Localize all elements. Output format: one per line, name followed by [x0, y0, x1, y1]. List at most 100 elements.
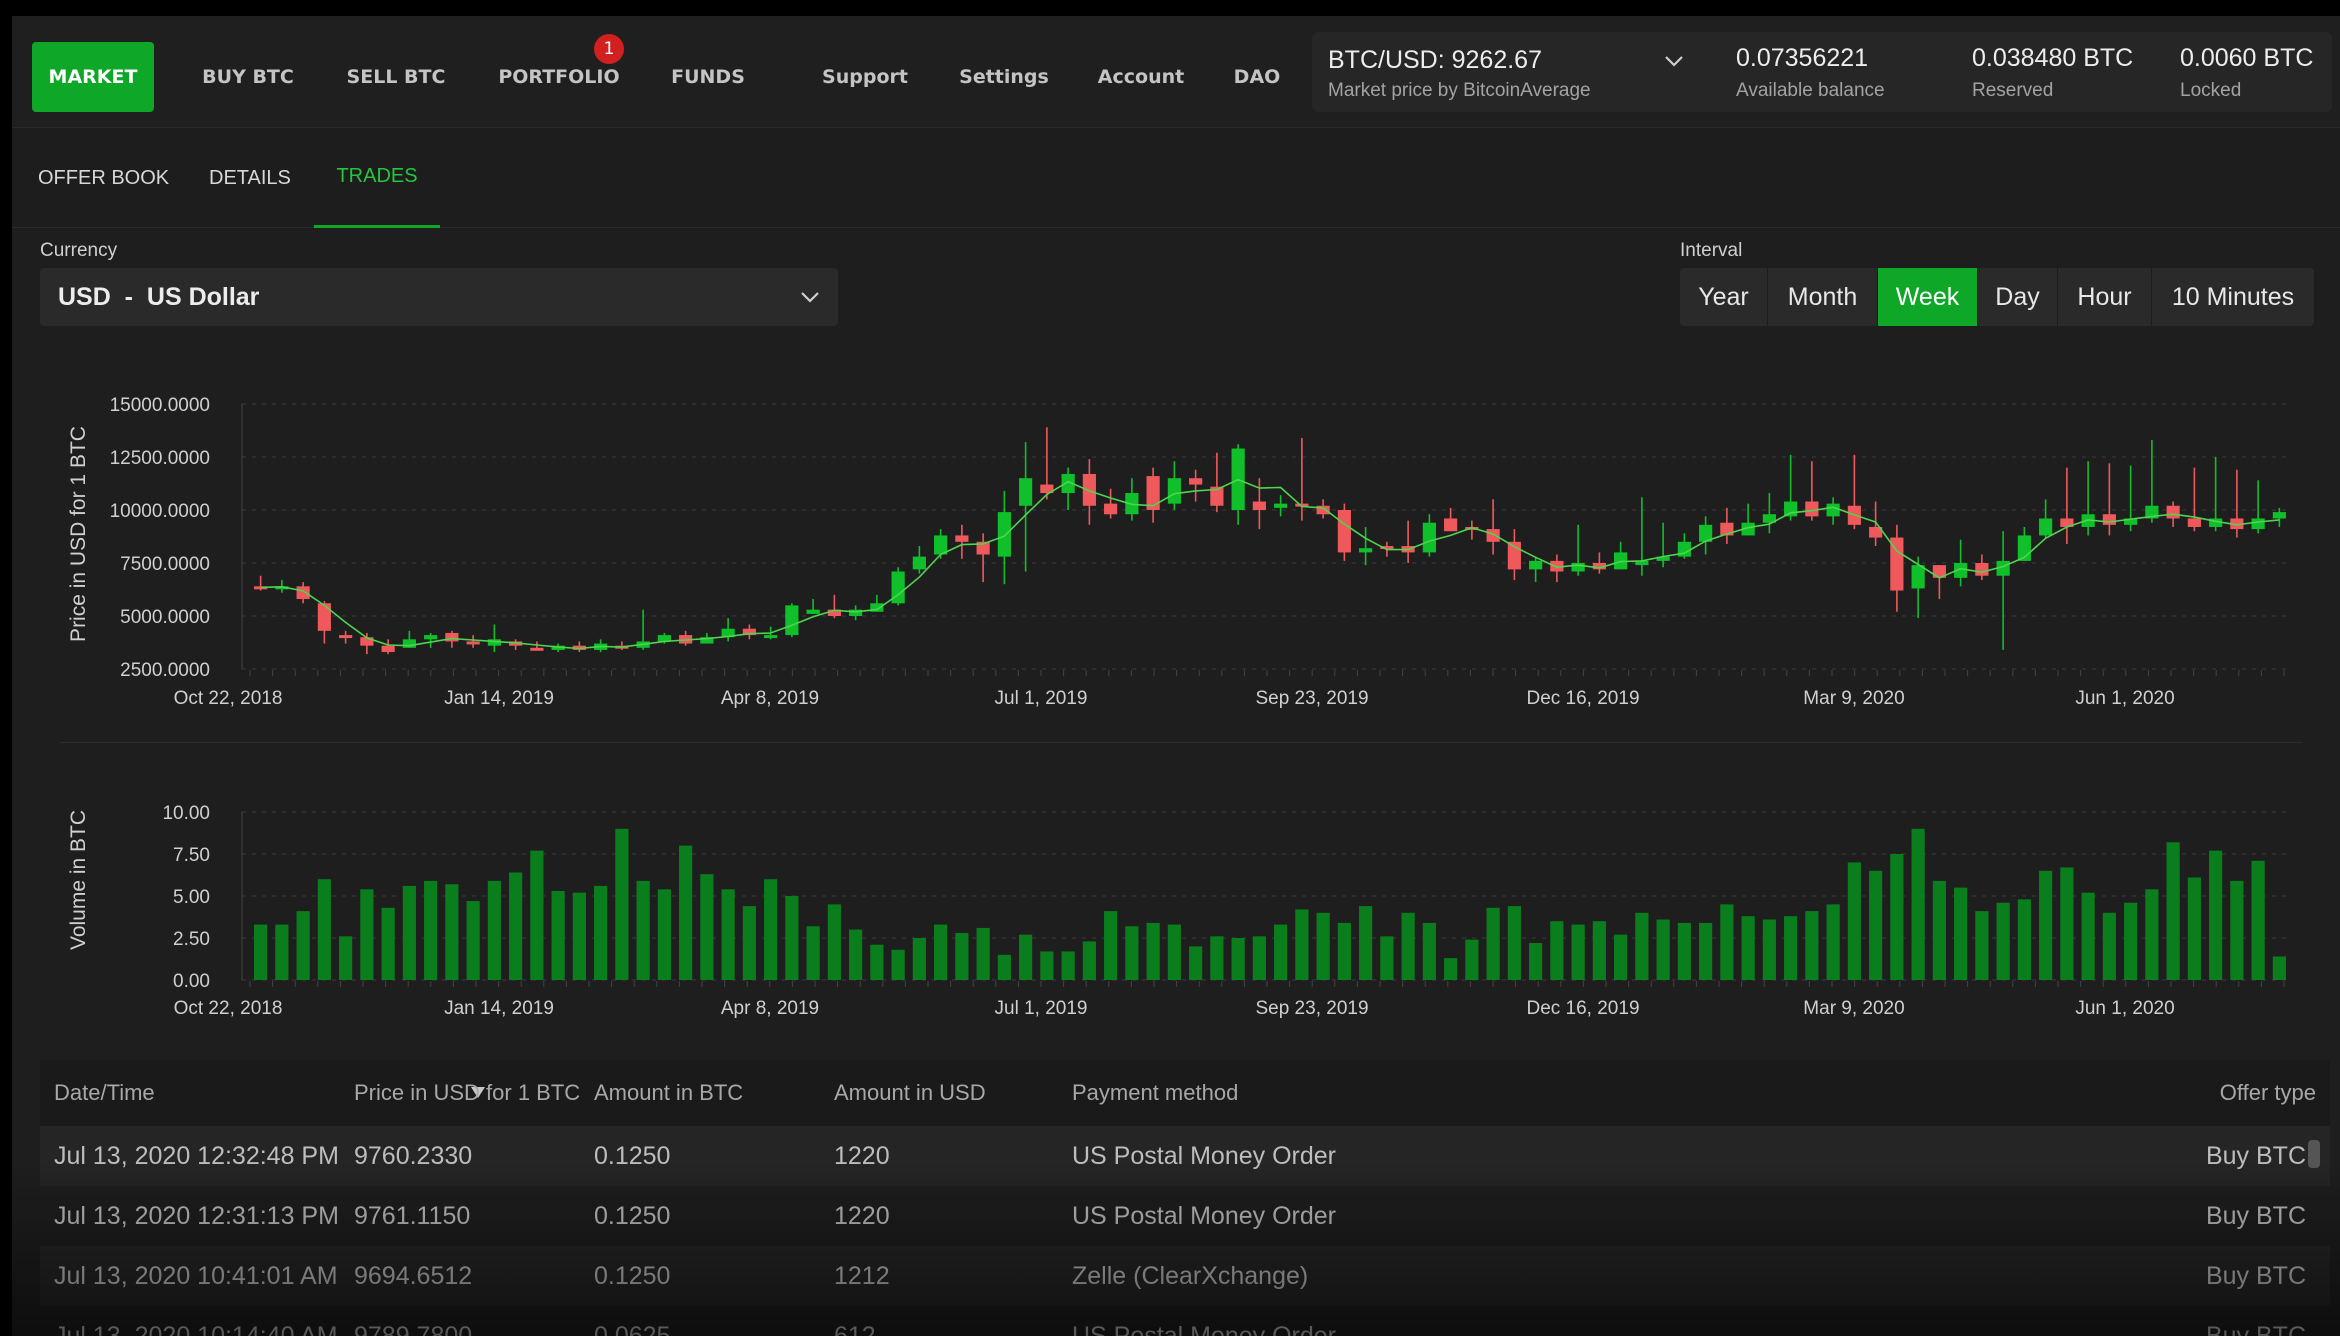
candle-body[interactable] [2187, 518, 2201, 527]
volume-bar[interactable] [275, 924, 289, 980]
volume-bar[interactable] [1444, 958, 1458, 980]
nav-support-button[interactable]: Support [810, 42, 920, 112]
volume-bar[interactable] [1337, 922, 1351, 980]
volume-bar[interactable] [254, 924, 268, 980]
nav-market-button[interactable]: MARKET [32, 42, 154, 112]
volume-bar[interactable] [1614, 934, 1628, 980]
volume-bar[interactable] [2230, 880, 2244, 980]
tab-details[interactable]: DETAILS [209, 128, 291, 228]
volume-bar[interactable] [2209, 850, 2223, 980]
candle-body[interactable] [1104, 503, 1118, 515]
interval-day-button[interactable]: Day [1978, 268, 2058, 326]
candle-body[interactable] [1337, 510, 1351, 553]
table-row[interactable]: Jul 13, 2020 12:31:13 PM 9761.1150 0.125… [40, 1186, 2330, 1246]
candle-body[interactable] [1082, 473, 1096, 506]
volume-bar[interactable] [1422, 922, 1436, 980]
table-row[interactable]: Jul 13, 2020 10:14:40 AM 9789.7800 0.062… [40, 1306, 2330, 1336]
volume-bar[interactable] [296, 911, 310, 980]
volume-bar[interactable] [700, 874, 714, 980]
nav-dao-button[interactable]: DAO [1222, 42, 1292, 112]
volume-bar[interactable] [657, 889, 671, 980]
candle-body[interactable] [1189, 478, 1203, 485]
volume-bar[interactable] [742, 906, 756, 980]
volume-bar[interactable] [1869, 870, 1883, 980]
volume-bar[interactable] [1465, 939, 1479, 980]
candle-body[interactable] [381, 645, 395, 653]
volume-bar[interactable] [445, 884, 459, 980]
table-row[interactable]: Jul 13, 2020 10:41:01 AM 9694.6512 0.125… [40, 1246, 2330, 1306]
volume-bar[interactable] [2102, 912, 2116, 980]
volume-bar[interactable] [339, 936, 353, 980]
candle-body[interactable] [402, 639, 416, 648]
volume-bar[interactable] [1720, 904, 1734, 980]
candle-body[interactable] [1529, 560, 1543, 570]
candle-body[interactable] [1359, 548, 1373, 553]
candle-body[interactable] [2251, 518, 2265, 530]
volume-bar[interactable] [1189, 946, 1203, 980]
nav-buy-btc-button[interactable]: BUY BTC [188, 42, 308, 112]
volume-bar[interactable] [1932, 880, 1946, 980]
candle-body[interactable] [1252, 501, 1266, 510]
nav-funds-button[interactable]: FUNDS [658, 42, 758, 112]
tab-offer-book[interactable]: OFFER BOOK [38, 128, 169, 228]
volume-bar[interactable] [955, 932, 969, 980]
volume-bar[interactable] [1401, 912, 1415, 980]
candle-body[interactable] [1571, 563, 1585, 572]
volume-bar[interactable] [1380, 936, 1394, 980]
volume-bar[interactable] [827, 904, 841, 980]
currency-select[interactable]: USD - US Dollar [40, 268, 838, 326]
table-scrollbar[interactable] [2308, 1140, 2320, 1168]
volume-bar[interactable] [764, 879, 778, 980]
volume-bar[interactable] [997, 954, 1011, 980]
candle-body[interactable] [2272, 512, 2286, 519]
volume-bar[interactable] [1699, 922, 1713, 980]
volume-bar[interactable] [1954, 887, 1968, 980]
volume-bar[interactable] [636, 880, 650, 980]
volume-bar[interactable] [402, 885, 416, 980]
volume-bar[interactable] [679, 845, 693, 980]
candle-body[interactable] [806, 609, 820, 614]
volume-bar[interactable] [1486, 907, 1500, 980]
volume-bar[interactable] [572, 892, 586, 980]
nav-settings-button[interactable]: Settings [944, 42, 1064, 112]
interval-year-button[interactable]: Year [1680, 268, 1768, 326]
volume-bar[interactable] [381, 907, 395, 980]
volume-bar[interactable] [1890, 854, 1904, 980]
volume-bar[interactable] [487, 880, 501, 980]
volume-bar[interactable] [976, 927, 990, 980]
volume-bar[interactable] [424, 880, 438, 980]
candle-body[interactable] [2166, 505, 2180, 519]
volume-bar[interactable] [806, 926, 820, 980]
candle-body[interactable] [1444, 518, 1458, 532]
volume-bar[interactable] [594, 885, 608, 980]
candle-body[interactable] [785, 605, 799, 636]
volume-bar[interactable] [551, 890, 565, 980]
volume-bar-chart[interactable]: Volume in BTC 10.00 7.50 5.00 2.50 0.00 Oct … [12, 786, 2340, 1026]
volume-bar[interactable] [870, 944, 884, 980]
volume-bar[interactable] [2187, 877, 2201, 980]
candle-body[interactable] [1019, 478, 1033, 506]
interval-month-button[interactable]: Month [1768, 268, 1878, 326]
candle-body[interactable] [1784, 501, 1798, 517]
volume-bar[interactable] [1104, 911, 1118, 980]
volume-bar[interactable] [1316, 912, 1330, 980]
volume-bar[interactable] [530, 850, 544, 980]
volume-bar[interactable] [1784, 916, 1798, 980]
volume-bar[interactable] [1635, 912, 1649, 980]
candle-body[interactable] [530, 647, 544, 651]
candle-body[interactable] [1911, 565, 1925, 589]
volume-bar[interactable] [1359, 906, 1373, 980]
column-header-price[interactable]: Price in USD for 1 BTC [354, 1060, 580, 1126]
volume-bar[interactable] [1507, 906, 1521, 980]
candle-body[interactable] [955, 535, 969, 542]
candle-body[interactable] [317, 603, 331, 631]
chevron-down-icon[interactable] [1664, 54, 1684, 68]
candle-body[interactable] [997, 512, 1011, 557]
volume-bar[interactable] [466, 901, 480, 980]
candle-body[interactable] [1486, 529, 1500, 542]
volume-bar[interactable] [1677, 922, 1691, 980]
volume-bar[interactable] [912, 938, 926, 980]
volume-bar[interactable] [1125, 926, 1139, 980]
volume-bar[interactable] [2039, 870, 2053, 980]
volume-bar[interactable] [1061, 951, 1075, 980]
